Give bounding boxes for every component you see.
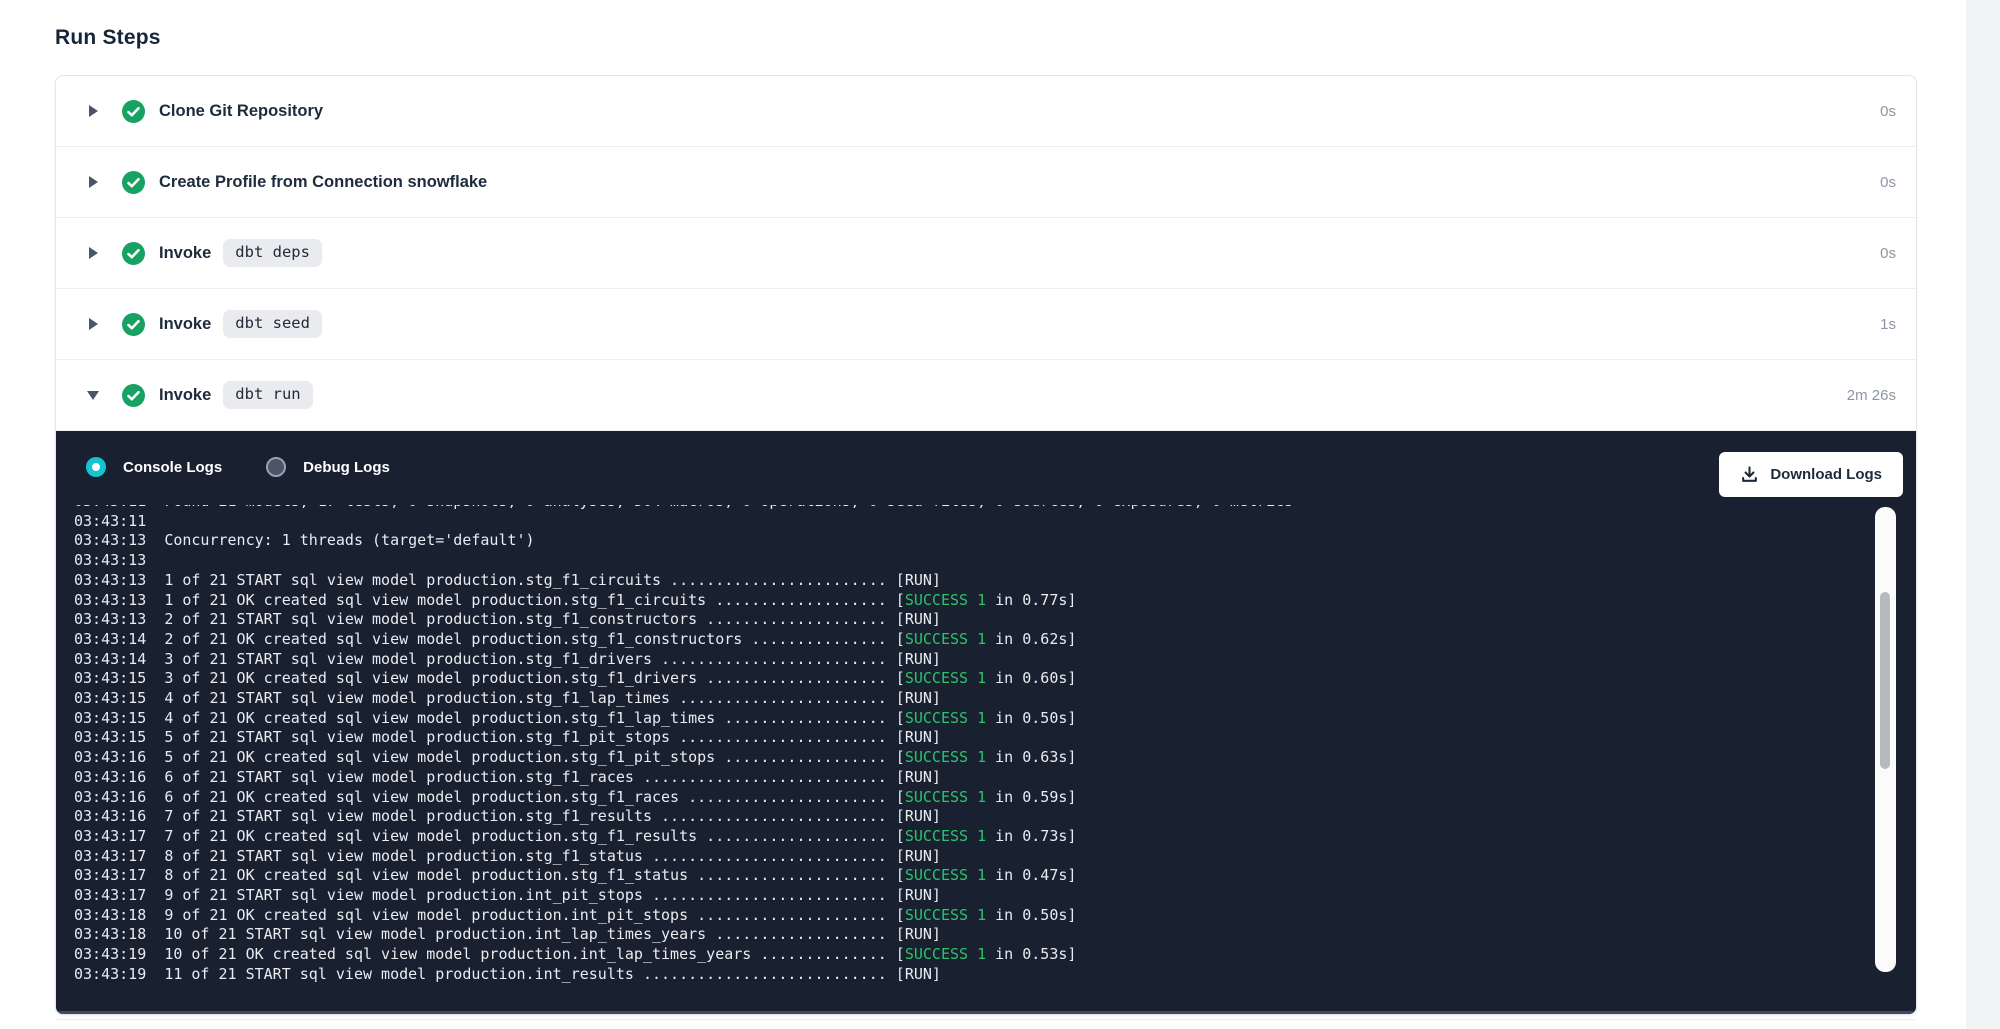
log-line: 03:43:13 2 of 21 START sql view model pr…	[74, 610, 1864, 630]
success-check-icon	[122, 384, 145, 407]
chevron-right-icon[interactable]	[86, 176, 100, 188]
page-title: Run Steps	[55, 26, 161, 50]
chevron-right-icon[interactable]	[86, 247, 100, 259]
log-line: 03:43:11	[74, 512, 1864, 532]
log-line: 03:43:18 10 of 21 START sql view model p…	[74, 925, 1864, 945]
run-steps-card: Clone Git Repository 0s Create Profile f…	[55, 75, 1917, 1015]
log-line: 03:43:13 1 of 21 OK created sql view mod…	[74, 591, 1864, 611]
step-label: Invoke	[159, 315, 211, 334]
download-icon	[1740, 465, 1759, 484]
section-divider	[55, 1019, 1915, 1020]
log-line: 03:43:13 Concurrency: 1 threads (target=…	[74, 531, 1864, 551]
log-line: 03:43:15 4 of 21 START sql view model pr…	[74, 689, 1864, 709]
success-check-icon	[122, 313, 145, 336]
download-logs-button[interactable]: Download Logs	[1719, 452, 1903, 497]
console-logs-label: Console Logs	[123, 459, 222, 476]
step-row-create-profile[interactable]: Create Profile from Connection snowflake…	[56, 147, 1916, 218]
logs-panel: Console Logs Debug Logs Download Logs 03…	[56, 431, 1916, 1014]
step-label: Clone Git Repository	[159, 102, 323, 121]
debug-logs-radio[interactable]: Debug Logs	[266, 457, 390, 477]
success-check-icon	[122, 242, 145, 265]
log-line: 03:43:17 9 of 21 START sql view model pr…	[74, 886, 1864, 906]
console-log-output: 03:43:11 Found 21 models, 17 tests, 0 sn…	[74, 505, 1864, 987]
panel-bottom-edge	[58, 1011, 1914, 1014]
log-line: 03:43:17 8 of 21 OK created sql view mod…	[74, 866, 1864, 886]
download-logs-label: Download Logs	[1770, 466, 1882, 483]
log-line: 03:43:15 5 of 21 START sql view model pr…	[74, 728, 1864, 748]
step-label: Invoke	[159, 244, 211, 263]
log-line: 03:43:16 5 of 21 OK created sql view mod…	[74, 748, 1864, 768]
step-duration: 0s	[1880, 103, 1896, 120]
log-line: 03:43:16 7 of 21 START sql view model pr…	[74, 807, 1864, 827]
log-line: 03:43:13	[74, 551, 1864, 571]
log-line: 03:43:14 3 of 21 START sql view model pr…	[74, 650, 1864, 670]
step-row-invoke-dbt-run[interactable]: Invoke dbt run 2m 26s	[56, 360, 1916, 431]
log-line: 03:43:17 8 of 21 START sql view model pr…	[74, 847, 1864, 867]
log-line: 03:43:15 4 of 21 OK created sql view mod…	[74, 709, 1864, 729]
radio-selected-icon[interactable]	[86, 457, 106, 477]
chevron-down-icon[interactable]	[86, 391, 100, 400]
log-line: 03:43:18 9 of 21 OK created sql view mod…	[74, 906, 1864, 926]
debug-logs-label: Debug Logs	[303, 459, 390, 476]
log-line: 03:43:14 2 of 21 OK created sql view mod…	[74, 630, 1864, 650]
step-label: Create Profile from Connection snowflake	[159, 173, 487, 192]
command-badge: dbt deps	[223, 239, 322, 267]
log-line: 03:43:17 7 of 21 OK created sql view mod…	[74, 827, 1864, 847]
step-row-clone-git-repository[interactable]: Clone Git Repository 0s	[56, 76, 1916, 147]
log-line: 03:43:19 11 of 21 START sql view model p…	[74, 965, 1864, 985]
page-right-gutter	[1966, 0, 2000, 1029]
log-line: 03:43:16 6 of 21 OK created sql view mod…	[74, 788, 1864, 808]
step-duration: 1s	[1880, 316, 1896, 333]
log-scrollbar-thumb[interactable]	[1880, 592, 1890, 769]
log-scrollbar-track[interactable]	[1875, 507, 1896, 972]
radio-unselected-icon[interactable]	[266, 457, 286, 477]
chevron-right-icon[interactable]	[86, 105, 100, 117]
command-badge: dbt seed	[223, 310, 322, 338]
chevron-right-icon[interactable]	[86, 318, 100, 330]
step-duration: 0s	[1880, 245, 1896, 262]
log-type-radio-group: Console Logs Debug Logs	[86, 457, 390, 477]
log-line: 03:43:15 3 of 21 OK created sql view mod…	[74, 669, 1864, 689]
log-line: 03:43:11 Found 21 models, 17 tests, 0 sn…	[74, 505, 1864, 512]
success-check-icon	[122, 100, 145, 123]
log-line: 03:43:16 6 of 21 START sql view model pr…	[74, 768, 1864, 788]
log-line: 03:43:19 10 of 21 OK created sql view mo…	[74, 945, 1864, 965]
step-duration: 0s	[1880, 174, 1896, 191]
log-content: 03:43:11 Found 21 models, 17 tests, 0 sn…	[74, 505, 1864, 985]
success-check-icon	[122, 171, 145, 194]
step-label: Invoke	[159, 386, 211, 405]
log-line: 03:43:13 1 of 21 START sql view model pr…	[74, 571, 1864, 591]
step-row-invoke-dbt-deps[interactable]: Invoke dbt deps 0s	[56, 218, 1916, 289]
command-badge: dbt run	[223, 381, 312, 409]
step-row-invoke-dbt-seed[interactable]: Invoke dbt seed 1s	[56, 289, 1916, 360]
step-duration: 2m 26s	[1847, 387, 1896, 404]
console-logs-radio[interactable]: Console Logs	[86, 457, 222, 477]
